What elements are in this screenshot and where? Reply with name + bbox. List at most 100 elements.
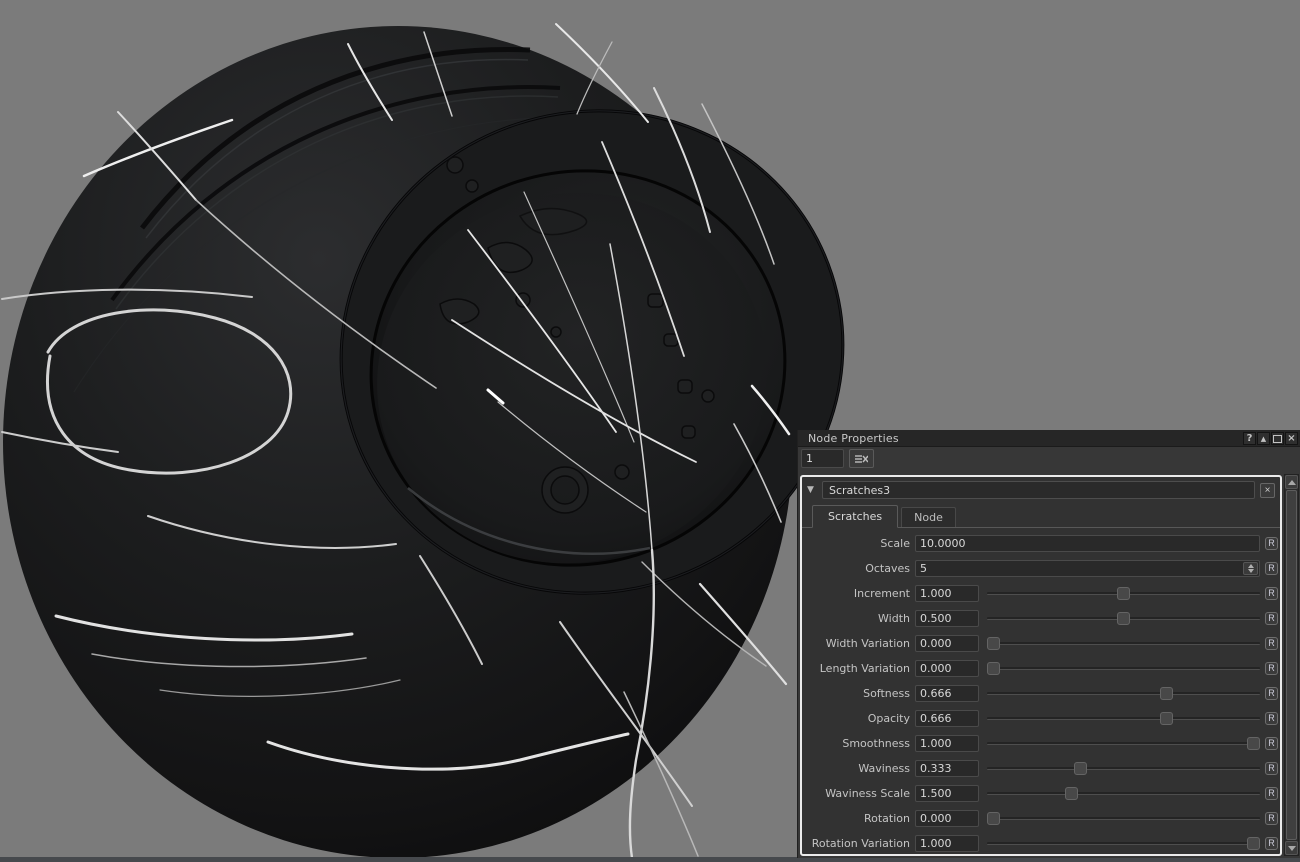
slider-track [987, 842, 1260, 845]
panel-titlebar[interactable]: Node Properties ? ▲ × [798, 430, 1300, 447]
tab-scratches[interactable]: Scratches [812, 505, 899, 528]
param-value-input[interactable] [915, 760, 979, 777]
param-label: Rotation [863, 812, 910, 825]
slider-handle[interactable] [1247, 837, 1260, 850]
param-slider[interactable] [987, 660, 1260, 677]
param-value-input[interactable] [915, 635, 979, 652]
param-row: Octaves R [802, 556, 1280, 581]
param-value-input[interactable] [915, 810, 979, 827]
param-slider[interactable] [987, 835, 1260, 852]
param-value-input[interactable] [915, 785, 979, 802]
param-row: Opacity R [802, 706, 1280, 731]
slider-handle[interactable] [1160, 687, 1174, 700]
reset-button[interactable]: R [1265, 812, 1278, 825]
maximize-button[interactable] [1271, 431, 1285, 445]
reset-button[interactable]: R [1265, 737, 1278, 750]
slider-track [987, 642, 1260, 645]
slider-track [987, 717, 1260, 720]
param-label: Octaves [865, 562, 910, 575]
slider-track [987, 742, 1260, 745]
scroll-up-icon [1287, 479, 1296, 485]
tab-node[interactable]: Node [901, 507, 956, 527]
param-row: Rotation Variation R [802, 831, 1280, 854]
slider-track [987, 817, 1260, 820]
param-row: Rotation R [802, 806, 1280, 831]
param-row: Length Variation R [802, 656, 1280, 681]
param-value-input[interactable] [915, 610, 979, 627]
param-wide-field [915, 535, 1260, 552]
param-value-input[interactable] [915, 835, 979, 852]
spinner-control[interactable] [1243, 562, 1258, 575]
slider-handle[interactable] [1247, 737, 1260, 750]
panel-title: Node Properties [808, 431, 899, 445]
param-slider[interactable] [987, 585, 1260, 602]
param-slider[interactable] [987, 635, 1260, 652]
vertical-scrollbar[interactable] [1284, 474, 1299, 856]
param-value-input[interactable] [915, 710, 979, 727]
param-slider[interactable] [987, 735, 1260, 752]
max-panels-input[interactable] [801, 449, 844, 468]
scroll-up-button[interactable] [1285, 475, 1298, 489]
param-wide-field [915, 560, 1260, 577]
reset-button[interactable]: R [1265, 787, 1278, 800]
slider-track [987, 792, 1260, 795]
param-label: Increment [853, 587, 910, 600]
slider-handle[interactable] [987, 662, 1000, 675]
slider-handle[interactable] [1073, 762, 1087, 775]
node-name-input[interactable] [822, 481, 1255, 499]
param-value-input[interactable] [915, 585, 979, 602]
panel-count-row [801, 449, 874, 468]
param-label: Width Variation [825, 637, 910, 650]
reset-button[interactable]: R [1265, 612, 1278, 625]
reset-button[interactable]: R [1265, 562, 1278, 575]
param-row: Softness R [802, 681, 1280, 706]
param-label: Smoothness [842, 737, 910, 750]
param-row: Waviness Scale R [802, 781, 1280, 806]
node-properties-panel: Node Properties ? ▲ × ▼ × [797, 430, 1300, 858]
close-panel-button[interactable]: × [1285, 431, 1298, 445]
close-all-panels-button[interactable] [849, 449, 874, 468]
scroll-down-icon [1287, 845, 1296, 851]
scrollbar-thumb[interactable] [1286, 490, 1297, 840]
collapse-triangle-icon[interactable]: ▼ [807, 485, 817, 495]
param-row: Increment R [802, 581, 1280, 606]
reset-button[interactable]: R [1265, 687, 1278, 700]
node-header: ▼ × [802, 477, 1280, 499]
param-value-input[interactable] [915, 560, 1260, 577]
slider-handle[interactable] [1160, 712, 1174, 725]
param-slider[interactable] [987, 685, 1260, 702]
param-row: Scale R [802, 531, 1280, 556]
slider-handle[interactable] [1117, 587, 1130, 600]
slider-handle[interactable] [1065, 787, 1078, 800]
reset-button[interactable]: R [1265, 712, 1278, 725]
reset-button[interactable]: R [1265, 537, 1278, 550]
reset-button[interactable]: R [1265, 587, 1278, 600]
param-label: Waviness Scale [825, 787, 910, 800]
help-button[interactable]: ? [1243, 431, 1256, 445]
scroll-down-button[interactable] [1285, 841, 1298, 855]
reset-button[interactable]: R [1265, 662, 1278, 675]
param-slider[interactable] [987, 760, 1260, 777]
reset-button[interactable]: R [1265, 637, 1278, 650]
param-value-input[interactable] [915, 660, 979, 677]
param-slider[interactable] [987, 810, 1260, 827]
slider-handle[interactable] [987, 812, 1000, 825]
slider-handle[interactable] [1117, 612, 1130, 625]
float-panel-button[interactable]: ▲ [1257, 431, 1270, 445]
spin-up-icon [1247, 564, 1254, 568]
param-slider[interactable] [987, 610, 1260, 627]
param-slider[interactable] [987, 785, 1260, 802]
node-close-button[interactable]: × [1260, 482, 1275, 498]
slider-handle[interactable] [987, 637, 1000, 650]
param-label: Width [878, 612, 910, 625]
slider-track [987, 767, 1260, 770]
param-slider[interactable] [987, 710, 1260, 727]
param-label: Softness [863, 687, 910, 700]
reset-button[interactable]: R [1265, 837, 1278, 850]
param-row: Smoothness R [802, 731, 1280, 756]
param-value-input[interactable] [915, 735, 979, 752]
param-value-input[interactable] [915, 685, 979, 702]
param-label: Waviness [858, 762, 910, 775]
reset-button[interactable]: R [1265, 762, 1278, 775]
param-value-input[interactable] [915, 535, 1260, 552]
